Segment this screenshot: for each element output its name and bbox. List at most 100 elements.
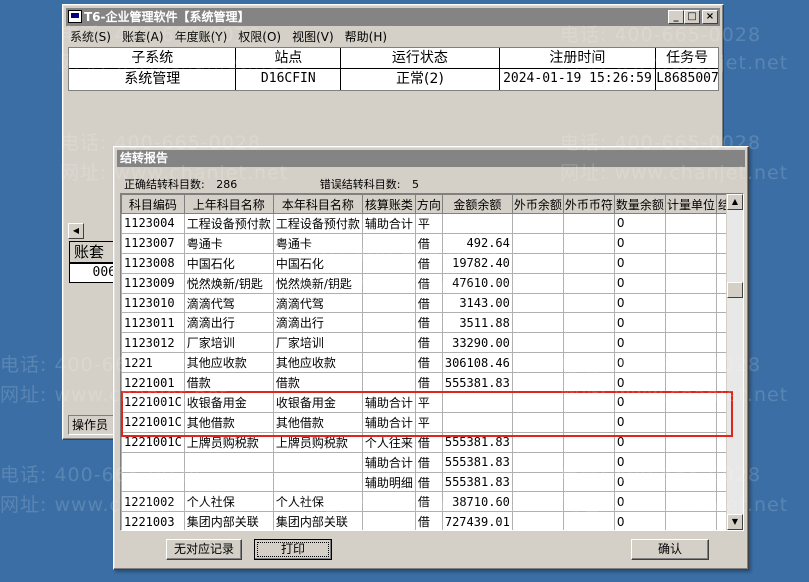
table-cell: 1221001 (121, 372, 185, 394)
column-header[interactable]: 本年科目名称 (272, 194, 363, 214)
scroll-left-icon[interactable]: ◀ (68, 223, 84, 239)
menu-account[interactable]: 账套(A) (122, 28, 164, 45)
table-row[interactable]: 1221001借款借款借555381.830Y (121, 372, 743, 394)
table-cell: 2024-01-19 15:26:59 (500, 69, 657, 90)
table-row[interactable]: 1221003集团内部关联集团内部关联借727439.010Y (121, 511, 743, 530)
table-cell (361, 252, 416, 274)
column-header[interactable]: 科目编码 (121, 194, 185, 214)
close-button[interactable]: × (702, 10, 718, 24)
maximize-button[interactable]: □ (684, 10, 700, 24)
table-cell: 集团内部关联 (183, 511, 274, 530)
table-cell: 借 (414, 352, 443, 374)
table-row[interactable]: 1123007粤通卡粤通卡借492.640Y (121, 232, 743, 254)
table-row[interactable]: 1123009悦然焕新/钥匙悦然焕新/钥匙借47610.000Y (121, 272, 743, 294)
table-cell: 辅助合计 (361, 392, 416, 413)
table-cell: 1123008 (121, 252, 185, 274)
column-header[interactable]: 上年科目名称 (183, 194, 274, 214)
table-cell: 47610.00 (441, 272, 513, 294)
table-cell: 上牌员购税款 (272, 431, 363, 453)
table-cell (511, 392, 564, 413)
column-header[interactable]: 外币余额 (511, 194, 564, 214)
table-row[interactable]: 1123012厂家培训厂家培训借33290.000Y (121, 332, 743, 354)
table-row[interactable]: 1221其他应收款其他应收款借306108.460Y (121, 352, 743, 374)
table-cell: 借 (414, 511, 443, 530)
column-header[interactable]: 站点 (236, 48, 342, 68)
column-header[interactable]: 方向 (414, 194, 443, 214)
table-cell: 集团内部关联 (272, 511, 363, 530)
table-cell (664, 411, 717, 433)
table-row[interactable]: 1123004工程设备预付款工程设备预付款辅助合计平0X (121, 213, 743, 234)
table-row[interactable]: 1221001C上牌员购税款上牌员购税款个人往来借555381.830Y (121, 431, 743, 453)
table-row[interactable]: 系统管理 D16CFIN 正常(2) 2024-01-19 15:26:59 L… (69, 69, 718, 90)
column-header[interactable]: 子系统 (69, 48, 237, 68)
column-header[interactable]: 注册时间 (500, 48, 657, 68)
table-cell (511, 511, 564, 530)
vertical-scrollbar[interactable]: ▲ ▼ (726, 194, 743, 530)
table-cell: 0 (613, 392, 666, 413)
table-cell: 0 (613, 252, 666, 274)
table-cell (361, 352, 416, 374)
column-header[interactable]: 任务号 (656, 48, 718, 68)
menu-help[interactable]: 帮助(H) (345, 28, 387, 45)
menu-view[interactable]: 视图(V) (292, 28, 334, 45)
table-row[interactable]: 1221002个人社保个人社保借38710.600Y (121, 491, 743, 513)
table-cell (562, 272, 615, 294)
table-cell (121, 471, 185, 493)
table-cell: 0 (613, 232, 666, 254)
table-cell (361, 491, 416, 513)
carryover-counts: 正确结转科目数: 286 错误结转科目数: 5 (124, 176, 419, 192)
dialog-title[interactable]: 结转报告 (117, 150, 745, 167)
table-cell: 38710.60 (441, 491, 513, 513)
table-cell: L8685007 (656, 71, 718, 86)
table-cell (562, 511, 615, 530)
table-cell: 平 (414, 392, 443, 413)
column-header[interactable]: 核算账类 (361, 194, 416, 214)
table-row[interactable]: 1221001C其他借款其他借款辅助合计平0X (121, 411, 743, 433)
print-button[interactable]: 打印 (254, 539, 332, 560)
column-header[interactable]: 计量单位 (664, 194, 717, 214)
main-titlebar[interactable]: T6-企业管理软件【系统管理】 _ □ × (66, 8, 720, 26)
ok-button[interactable]: 确认 (631, 539, 709, 560)
subsystem-table-header: 子系统 站点 运行状态 注册时间 任务号 (69, 48, 718, 69)
scroll-thumb[interactable] (727, 282, 743, 298)
column-header[interactable]: 数量余额 (613, 194, 666, 214)
table-cell: 其他应收款 (183, 352, 274, 374)
table-cell: 中国石化 (183, 252, 274, 274)
table-cell: 其他借款 (183, 411, 274, 433)
table-cell (664, 352, 717, 374)
operator-tab[interactable]: 操作员 (68, 415, 114, 435)
table-cell: 平 (414, 411, 443, 433)
column-header[interactable]: 外币币符 (562, 194, 615, 214)
table-cell: 借 (414, 471, 443, 493)
table-cell: 1221003 (121, 511, 185, 530)
table-cell: 滴滴出行 (183, 312, 274, 334)
table-cell (361, 272, 416, 294)
table-cell: 工程设备预付款 (272, 213, 363, 234)
minimize-button[interactable]: _ (668, 10, 684, 24)
column-header[interactable]: 运行状态 (341, 48, 500, 68)
table-row[interactable]: 1123008中国石化中国石化借19782.400Y (121, 252, 743, 274)
menu-annual-account[interactable]: 年度账(Y) (175, 28, 228, 45)
table-cell: 0 (613, 411, 666, 433)
no-match-button[interactable]: 无对应记录 (166, 539, 242, 560)
table-row[interactable]: 1221001C收银备用金收银备用金辅助合计平0X (121, 392, 743, 413)
table-cell (664, 213, 717, 234)
table-row[interactable]: 1123011滴滴出行滴滴出行借3511.880Y (121, 312, 743, 334)
column-header[interactable]: 金额余额 (441, 194, 513, 214)
scroll-up-icon[interactable]: ▲ (727, 194, 743, 210)
table-cell: 555381.83 (441, 372, 513, 394)
menu-system[interactable]: 系统(S) (70, 28, 111, 45)
table-cell: 系统管理 (69, 69, 237, 90)
table-row[interactable]: 1123010滴滴代驾滴滴代驾借3143.000Y (121, 292, 743, 314)
menu-permission[interactable]: 权限(O) (238, 28, 281, 45)
table-cell: 1123007 (121, 232, 185, 254)
table-cell: 0 (613, 491, 666, 513)
table-row[interactable]: 辅助明细借555381.830Y (121, 471, 743, 493)
scroll-down-icon[interactable]: ▼ (727, 514, 743, 530)
report-grid[interactable]: 科目编码 上年科目名称 本年科目名称 核算账类 方向 金额余额 外币余额 外币币符 数量余额 计量… (120, 193, 744, 531)
error-count-value: 5 (411, 178, 419, 191)
table-cell: 借 (414, 332, 443, 354)
table-cell: 辅助明细 (361, 471, 416, 493)
table-row[interactable]: 辅助合计借555381.830Y (121, 451, 743, 473)
table-cell (511, 272, 564, 294)
